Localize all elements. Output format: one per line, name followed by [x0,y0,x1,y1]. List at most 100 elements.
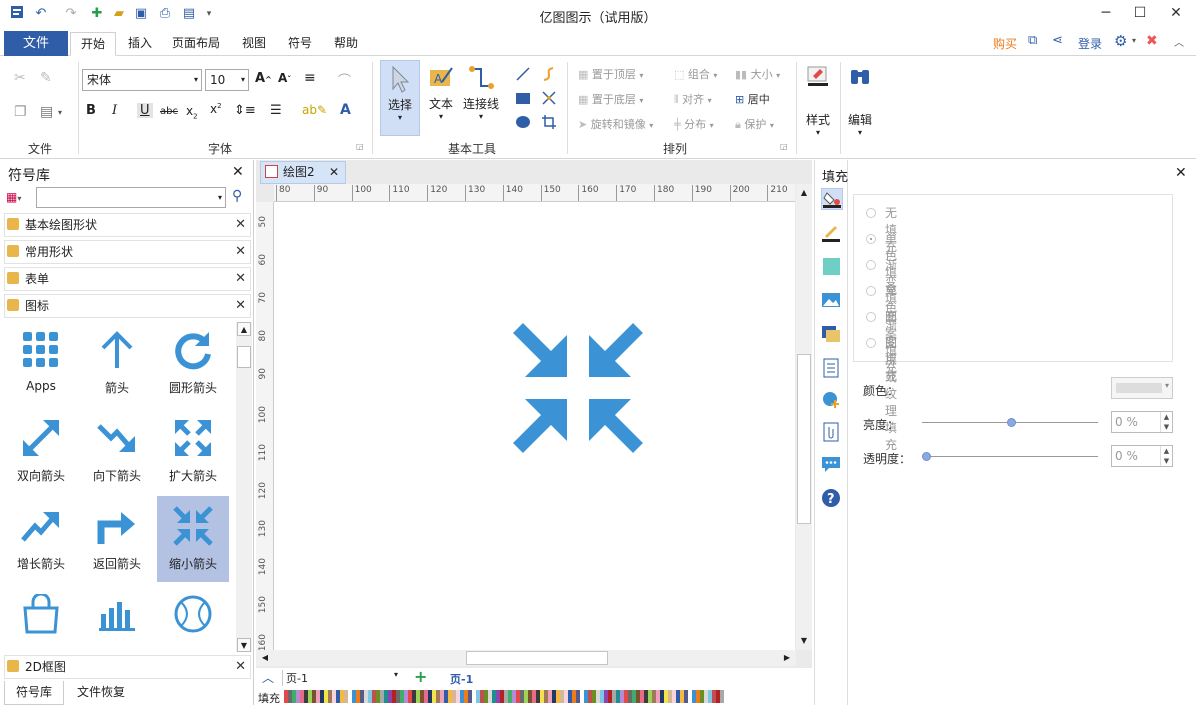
close-library-icon[interactable]: ✕ [235,295,246,317]
hyperlink-icon[interactable] [821,390,843,412]
transparency-slider-track[interactable] [922,456,1098,457]
page-select[interactable]: 页-1 ▾ [282,670,402,686]
radio-dot[interactable] [866,234,876,244]
scroll-up-icon[interactable]: ▲ [797,186,811,200]
edit-button[interactable]: 编辑 ▾ [844,64,876,137]
tab-symbols[interactable]: 符号 [278,32,322,56]
cut-icon[interactable]: ✂ [14,70,26,86]
collapse-ribbon-icon[interactable]: ︿ [1174,34,1184,49]
add-page-icon[interactable]: + [414,667,427,686]
symbol-circular-arrow[interactable]: 圆形箭头 [157,320,229,406]
curve-icon[interactable] [541,66,557,85]
paste-icon[interactable]: ▤ [40,104,53,120]
library-header-forms[interactable]: 表单 ✕ [4,267,251,291]
shadow-icon[interactable] [821,256,843,278]
font-color-icon[interactable]: A [340,102,351,118]
library-header-common-shapes[interactable]: 常用形状 ✕ [4,240,251,264]
radio-dot[interactable] [866,338,876,348]
settings-gear-icon[interactable]: ⚙ [1114,32,1127,50]
size-button[interactable]: ▮▮ 大小 ▾ [735,66,780,82]
color-picker[interactable]: ▾ [1111,377,1173,399]
select-tool-button[interactable]: 选择 ▾ [380,60,420,136]
radio-dot[interactable] [866,312,876,322]
bullets-icon[interactable]: ☰ [270,103,282,118]
text-align-icon[interactable]: ≡ [304,70,316,86]
spinner-arrows-icon[interactable]: ▲ ▼ [1160,412,1172,432]
palette-swatches[interactable] [284,690,728,704]
text-path-icon[interactable]: ⌒ [338,70,351,89]
transparency-spinner[interactable]: 0 % ▲ ▼ [1111,445,1173,467]
library-header-icons[interactable]: 图标 ✕ [4,294,251,318]
font-size-select[interactable]: 10 ▾ [205,69,249,91]
tab-page-layout[interactable]: 页面布局 [162,32,230,56]
bold-icon[interactable]: B [86,103,96,118]
scroll-left-icon[interactable]: ◀ [258,651,272,665]
text-tool-button[interactable]: A 文本 ▾ [424,60,458,121]
underline-icon[interactable]: U [137,103,153,118]
fill-tab-icon[interactable] [821,188,843,210]
scroll-right-icon[interactable]: ▶ [780,651,794,665]
palette-swatch[interactable] [720,690,724,703]
scroll-thumb[interactable] [797,354,811,524]
tab-view[interactable]: 视图 [232,32,276,56]
brightness-spinner[interactable]: 0 % ▲ ▼ [1111,411,1173,433]
page-properties-icon[interactable] [821,358,843,380]
font-dialog-launcher-icon[interactable]: ◲ [356,142,364,151]
transparency-slider-thumb[interactable] [922,452,931,461]
superscript-icon[interactable]: x2 [210,102,222,116]
tab-insert[interactable]: 插入 [118,32,162,56]
library-search-input[interactable]: ▾ [36,187,226,208]
help-icon[interactable]: ? [821,488,843,510]
bring-to-front-button[interactable]: ▦ 置于顶层 ▾ [578,66,643,82]
close-library-icon[interactable]: ✕ [235,268,246,290]
brightness-slider-thumb[interactable] [1007,418,1016,427]
minimize-icon[interactable]: ─ [1090,0,1122,28]
italic-icon[interactable]: I [112,103,117,118]
search-icon[interactable]: ⚲ [232,188,242,204]
library-menu-icon[interactable]: ▦▾ [6,190,21,204]
tab-home[interactable]: 开始 [70,32,117,56]
line-icon[interactable] [515,66,531,85]
close-fill-panel-icon[interactable]: ✕ [1175,165,1187,181]
share-icon[interactable]: ⋖ [1052,33,1063,48]
connector-tool-button[interactable]: 连接线 ▾ [461,60,501,121]
login-link[interactable]: 登录 [1078,35,1102,52]
format-painter-icon[interactable]: ✎ [40,70,52,86]
arrange-dialog-launcher-icon[interactable]: ◲ [780,142,788,151]
scroll-thumb[interactable] [237,346,251,368]
canvas-horizontal-scrollbar[interactable]: ◀ ▶ [256,650,796,666]
close-window-icon[interactable]: ✕ [1160,0,1192,28]
scroll-down-icon[interactable]: ▼ [237,638,251,652]
line-style-icon[interactable] [821,222,843,244]
radio-dot[interactable] [866,208,876,218]
symbol-return-arrow[interactable]: 返回箭头 [81,496,153,582]
close-panel-icon[interactable]: ✕ [232,164,244,180]
tab-symbol-library[interactable]: 符号库 [4,681,64,705]
strikethrough-icon[interactable]: abc [160,106,178,117]
shrink-arrows-shape[interactable] [274,202,795,650]
radio-dot[interactable] [866,286,876,296]
highlight-icon[interactable]: ab✎ [302,103,327,117]
line-spacing-icon[interactable]: ⇕≡ [234,103,256,118]
group-button[interactable]: ⬚ 组合 ▾ [674,66,717,82]
library-header-basic-shapes[interactable]: 基本绘图形状 ✕ [4,213,251,237]
shrink-font-icon[interactable]: Aˇ [278,71,291,85]
ellipse-icon[interactable] [515,114,531,133]
style-button[interactable]: 样式 ▾ [802,64,834,137]
symbol-shrink-arrows-selected[interactable]: 缩小箭头 [157,496,229,582]
document-tab[interactable]: 绘图2 ✕ [260,161,346,184]
spinner-arrows-icon[interactable]: ▲ ▼ [1160,446,1172,466]
symbol-baseball[interactable] [157,584,229,650]
rectangle-icon[interactable] [515,90,531,109]
symbol-expand-arrows[interactable]: 扩大箭头 [157,408,229,494]
close-library-icon[interactable]: ✕ [235,241,246,263]
grow-font-icon[interactable]: A^ [255,71,272,86]
drawing-page[interactable] [274,202,795,650]
buy-link[interactable]: 购买 [993,35,1017,52]
share-box-icon[interactable]: ⧉ [1028,33,1037,48]
symbol-arrow[interactable]: 箭头 [81,320,153,406]
maximize-icon[interactable]: ☐ [1124,0,1156,28]
comment-icon[interactable] [821,454,843,476]
scroll-thumb[interactable] [466,651,608,665]
tab-file[interactable]: 文件 [4,31,68,56]
